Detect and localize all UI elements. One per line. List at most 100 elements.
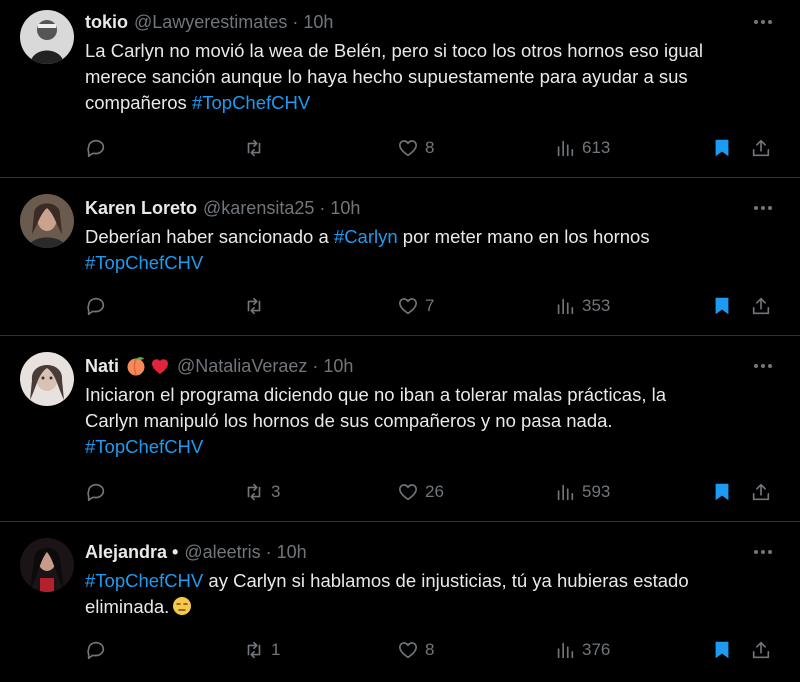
tweet-text: Deberían haber sancionado a #Carlyn por … bbox=[85, 224, 765, 276]
avatar[interactable] bbox=[20, 10, 74, 64]
more-options-icon[interactable] bbox=[752, 358, 774, 374]
action-bar: 8 613 bbox=[0, 135, 800, 161]
unamused-face-emoji-icon bbox=[172, 596, 192, 616]
text-segment: Carlyn manipuló los hornos de sus compañ… bbox=[85, 410, 613, 431]
user-handle[interactable]: @aleetris bbox=[184, 542, 260, 563]
views-chart-icon bbox=[557, 484, 574, 501]
share-button[interactable] bbox=[750, 479, 772, 505]
retweet-icon bbox=[247, 483, 261, 501]
like-button[interactable]: 26 bbox=[397, 479, 444, 505]
reply-icon bbox=[87, 139, 105, 158]
reply-button[interactable] bbox=[85, 637, 113, 663]
share-icon bbox=[752, 641, 770, 659]
share-icon bbox=[752, 297, 770, 315]
retweet-count: 3 bbox=[271, 482, 281, 501]
user-handle[interactable]: @NataliaVeraez bbox=[177, 356, 307, 377]
retweet-button[interactable]: 1 bbox=[243, 637, 280, 663]
bookmark-button[interactable] bbox=[711, 479, 733, 505]
tweet-header: Nati @NataliaVeraez · 10h bbox=[85, 354, 353, 378]
hashtag-link[interactable]: #TopChefCHV bbox=[85, 252, 203, 273]
bookmark-button[interactable] bbox=[711, 293, 733, 319]
more-options-icon[interactable] bbox=[752, 14, 774, 30]
like-count: 8 bbox=[425, 138, 435, 157]
views-button[interactable]: 376 bbox=[554, 637, 610, 663]
views-count: 613 bbox=[582, 138, 611, 157]
timeline-feed: tokio @Lawyerestimates · 10h La Carlyn n… bbox=[0, 0, 800, 682]
like-count: 8 bbox=[425, 640, 435, 659]
reply-button[interactable] bbox=[85, 479, 113, 505]
bookmark-button[interactable] bbox=[711, 135, 733, 161]
avatar[interactable] bbox=[20, 352, 74, 406]
peach-emoji-icon bbox=[125, 355, 147, 377]
share-button[interactable] bbox=[750, 637, 772, 663]
user-handle[interactable]: @Lawyerestimates bbox=[134, 12, 287, 33]
reply-button[interactable] bbox=[85, 135, 113, 161]
hashtag-link[interactable]: #TopChefCHV bbox=[192, 92, 310, 113]
text-segment: ay Carlyn si hablamos de injusticias, tú… bbox=[203, 570, 689, 591]
reply-button[interactable] bbox=[85, 293, 113, 319]
retweet-button[interactable] bbox=[243, 135, 271, 161]
heart-icon bbox=[398, 484, 418, 501]
views-button[interactable]: 593 bbox=[554, 479, 610, 505]
like-count: 26 bbox=[425, 482, 444, 501]
timestamp[interactable]: 10h bbox=[303, 12, 333, 33]
hashtag-link[interactable]: #TopChefCHV bbox=[85, 436, 203, 457]
timestamp[interactable]: 10h bbox=[330, 198, 360, 219]
reply-icon bbox=[87, 483, 105, 502]
tweet[interactable]: Nati @NataliaVeraez · 10h Iniciaron el p… bbox=[0, 336, 800, 522]
retweet-icon bbox=[247, 139, 261, 157]
retweet-count: 1 bbox=[271, 640, 281, 659]
tweet[interactable]: tokio @Lawyerestimates · 10h La Carlyn n… bbox=[0, 0, 800, 178]
timestamp[interactable]: 10h bbox=[323, 356, 353, 377]
like-button[interactable]: 7 bbox=[397, 293, 434, 319]
heart-icon bbox=[398, 298, 418, 315]
share-icon bbox=[752, 483, 770, 501]
text-segment: compañeros bbox=[85, 92, 192, 113]
hashtag-link[interactable]: #Carlyn bbox=[334, 226, 398, 247]
text-segment: La Carlyn no movió la wea de Belén, pero… bbox=[85, 40, 704, 61]
separator: · bbox=[319, 197, 326, 218]
tweet[interactable]: Alejandra • @aleetris · 10h #TopChefCHV … bbox=[0, 522, 800, 682]
separator: · bbox=[265, 541, 272, 562]
user-handle[interactable]: @karensita25 bbox=[203, 198, 314, 219]
text-segment: Deberían haber sancionado a bbox=[85, 226, 334, 247]
bookmark-button[interactable] bbox=[711, 637, 733, 663]
heart-icon bbox=[398, 642, 418, 659]
text-segment: Iniciaron el programa diciendo que no ib… bbox=[85, 384, 667, 405]
display-name[interactable]: Karen Loreto bbox=[85, 198, 197, 219]
display-name[interactable]: Alejandra bbox=[85, 542, 167, 563]
display-name[interactable]: Nati bbox=[85, 356, 119, 377]
text-segment: por meter mano en los hornos bbox=[397, 226, 650, 247]
like-button[interactable]: 8 bbox=[397, 135, 434, 161]
avatar[interactable] bbox=[20, 538, 74, 592]
reply-icon bbox=[87, 641, 105, 660]
hashtag-link[interactable]: #TopChefCHV bbox=[85, 570, 203, 591]
heart-icon bbox=[398, 140, 418, 157]
action-bar: 7 353 bbox=[0, 293, 800, 319]
views-button[interactable]: 353 bbox=[554, 293, 610, 319]
separator: · bbox=[312, 355, 319, 376]
bookmark-filled-icon bbox=[715, 139, 729, 157]
retweet-button[interactable]: 3 bbox=[243, 479, 280, 505]
tweet-header: Alejandra • @aleetris · 10h bbox=[85, 540, 307, 564]
like-button[interactable]: 8 bbox=[397, 637, 434, 663]
tweet[interactable]: Karen Loreto @karensita25 · 10h Deberían… bbox=[0, 178, 800, 336]
bookmark-filled-icon bbox=[715, 641, 729, 659]
retweet-icon bbox=[247, 641, 261, 659]
views-chart-icon bbox=[557, 140, 574, 157]
share-button[interactable] bbox=[750, 293, 772, 319]
retweet-button[interactable] bbox=[243, 293, 271, 319]
bookmark-filled-icon bbox=[715, 483, 729, 501]
like-count: 7 bbox=[425, 296, 435, 315]
tweet-text: Iniciaron el programa diciendo que no ib… bbox=[85, 382, 765, 460]
views-count: 353 bbox=[582, 296, 611, 315]
more-options-icon[interactable] bbox=[752, 544, 774, 560]
views-chart-icon bbox=[557, 298, 574, 315]
views-button[interactable]: 613 bbox=[554, 135, 610, 161]
share-button[interactable] bbox=[750, 135, 772, 161]
timestamp[interactable]: 10h bbox=[277, 542, 307, 563]
avatar[interactable] bbox=[20, 194, 74, 248]
display-name[interactable]: tokio bbox=[85, 12, 128, 33]
tweet-header: Karen Loreto @karensita25 · 10h bbox=[85, 196, 360, 220]
more-options-icon[interactable] bbox=[752, 200, 774, 216]
